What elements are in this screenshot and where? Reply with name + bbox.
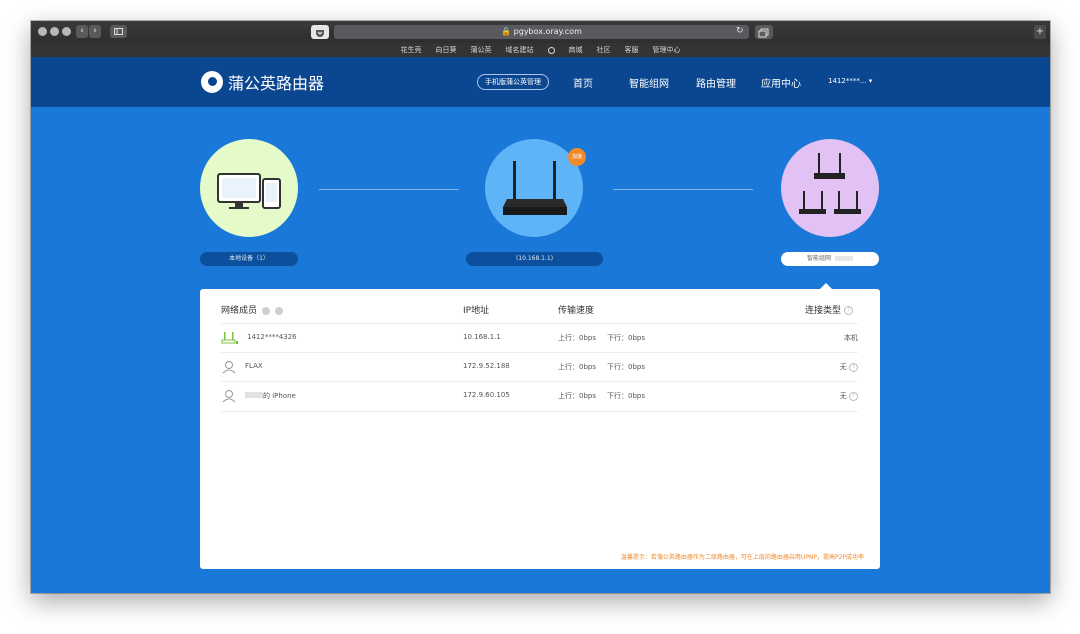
back-button[interactable]: ‹ [76, 25, 88, 38]
member-filter-icon[interactable] [261, 306, 270, 315]
forward-button[interactable]: › [89, 25, 101, 38]
table-row[interactable]: 的 iPhone 172.9.60.105 上行：0bps 下行：0bps 无 … [221, 381, 858, 412]
browser-titlebar: ‹ › 🔒 pgybox.oray.com ↻ + [31, 21, 1050, 43]
member-name: 的 iPhone [263, 392, 296, 400]
ip-header: IP地址 [463, 306, 490, 316]
bookmark-xiangrikui[interactable]: 向日葵 [436, 45, 457, 55]
panel-pointer [820, 283, 832, 289]
browser-window: ‹ › 🔒 pgybox.oray.com ↻ + 花生壳 向日葵 蒲公英 域名… [31, 21, 1050, 593]
member-conn-type: 无 ? [840, 391, 858, 401]
router-ip-label[interactable]: (10.168.1.1) [466, 252, 603, 266]
address-bar[interactable]: 🔒 pgybox.oray.com [334, 25, 749, 39]
member-name: 1412****4326 [247, 333, 297, 341]
bookmark-service[interactable]: 客服 [625, 45, 639, 55]
member-conn-type: 无 ? [840, 362, 858, 372]
minimize-window-button[interactable] [50, 27, 59, 36]
speed-header: 传输速度 [558, 306, 595, 316]
help-icon[interactable]: ? [843, 306, 853, 315]
table-row[interactable]: 1412****4326 10.168.1.1 上行：0bps 下行：0bps … [221, 323, 858, 353]
brand[interactable]: 蒲公英路由器 [201, 70, 324, 94]
close-window-button[interactable] [38, 27, 47, 36]
help-icon[interactable]: ? [849, 362, 858, 372]
sidebar-icon [114, 28, 123, 35]
member-header-text: 网络成员 [221, 306, 258, 316]
member-ip: 172.9.52.188 [463, 362, 510, 370]
nav-home[interactable]: 首页 [573, 75, 593, 90]
router-accelerate-badge[interactable]: 加速 [568, 148, 586, 166]
member-conn-type: 本机 [844, 334, 858, 342]
nav-router-manage[interactable]: 路由管理 [696, 75, 736, 90]
nav-smart-network[interactable]: 智能组网 [629, 75, 669, 90]
bookmarks-bar: 花生壳 向日葵 蒲公英 域名建站 商城 社区 客服 管理中心 [31, 43, 1050, 57]
user-icon [222, 361, 236, 374]
local-devices-label[interactable]: 本地设备（1） [200, 252, 298, 266]
local-devices-node[interactable] [200, 139, 298, 237]
brand-title: 蒲公英路由器 [228, 74, 325, 93]
lock-icon: 🔒 [501, 27, 512, 36]
smart-network-label-text: 智能组网 [807, 255, 832, 262]
member-download: 下行：0bps [607, 392, 645, 400]
help-icon[interactable]: ? [849, 391, 858, 401]
tabs-button[interactable] [755, 25, 773, 39]
address-text: pgybox.oray.com [513, 27, 582, 36]
member-upload: 上行：0bps [558, 392, 596, 400]
member-ip: 172.9.60.105 [463, 391, 510, 399]
redacted-block [834, 256, 853, 261]
nav-app-center[interactable]: 应用中心 [761, 75, 801, 90]
zoom-window-button[interactable] [62, 27, 71, 36]
member-conn-type-text: 无 [839, 363, 847, 371]
new-tab-button[interactable]: + [1034, 25, 1046, 39]
member-refresh-icon[interactable] [274, 306, 283, 315]
link-line-left [319, 189, 459, 190]
bookmark-pugongying[interactable]: 蒲公英 [471, 45, 492, 55]
member-ip: 10.168.1.1 [463, 333, 501, 341]
site-header: 蒲公英路由器 手机版蒲公英管理 首页 智能组网 路由管理 应用中心 1412**… [31, 57, 1050, 107]
pocket-icon [316, 30, 324, 37]
sidebar-toggle-button[interactable] [110, 25, 127, 38]
redacted-block [245, 392, 263, 398]
member-upload: 上行：0bps [558, 334, 596, 342]
user-menu[interactable]: 1412****... ▾ [828, 77, 872, 85]
network-routers-icon [799, 153, 861, 214]
members-panel: 网络成员 IP地址 传输速度 连接类型 ? 1412****4326 10.16… [200, 283, 880, 569]
ring-icon[interactable] [547, 46, 555, 54]
mobile-manage-button[interactable]: 手机版蒲公英管理 [477, 74, 549, 90]
bookmark-admin[interactable]: 管理中心 [653, 45, 681, 55]
bookmark-shop[interactable]: 商城 [569, 45, 583, 55]
smart-network-label[interactable]: 智能组网 [781, 252, 879, 266]
tabs-icon [758, 28, 769, 38]
member-conn-type-text: 无 [839, 392, 847, 400]
user-icon [222, 390, 236, 403]
member-upload: 上行：0bps [558, 363, 596, 371]
bookmark-domain[interactable]: 域名建站 [506, 45, 534, 55]
bookmark-community[interactable]: 社区 [597, 45, 611, 55]
pocket-button[interactable] [311, 25, 329, 39]
bookmark-huashengke[interactable]: 花生壳 [401, 45, 422, 55]
link-line-right [613, 189, 753, 190]
member-header: 网络成员 [221, 303, 283, 316]
smart-network-node[interactable] [781, 139, 879, 237]
reload-icon[interactable]: ↻ [736, 26, 744, 36]
conn-type-header-text: 连接类型 [805, 306, 842, 316]
member-name: FLAX [245, 362, 263, 370]
router-device-icon [221, 332, 238, 344]
upnp-tip: 温馨提示：若蒲公英路由器作为二级路由器，可在上层的路由器启用UPNP，提高P2P… [620, 554, 864, 561]
conn-type-header: 连接类型 ? [805, 303, 853, 316]
devices-icon [217, 173, 281, 209]
pgy-logo-icon [201, 71, 223, 93]
member-download: 下行：0bps [607, 334, 645, 342]
member-download: 下行：0bps [607, 363, 645, 371]
table-row[interactable]: FLAX 172.9.52.188 上行：0bps 下行：0bps 无 ? [221, 352, 858, 382]
